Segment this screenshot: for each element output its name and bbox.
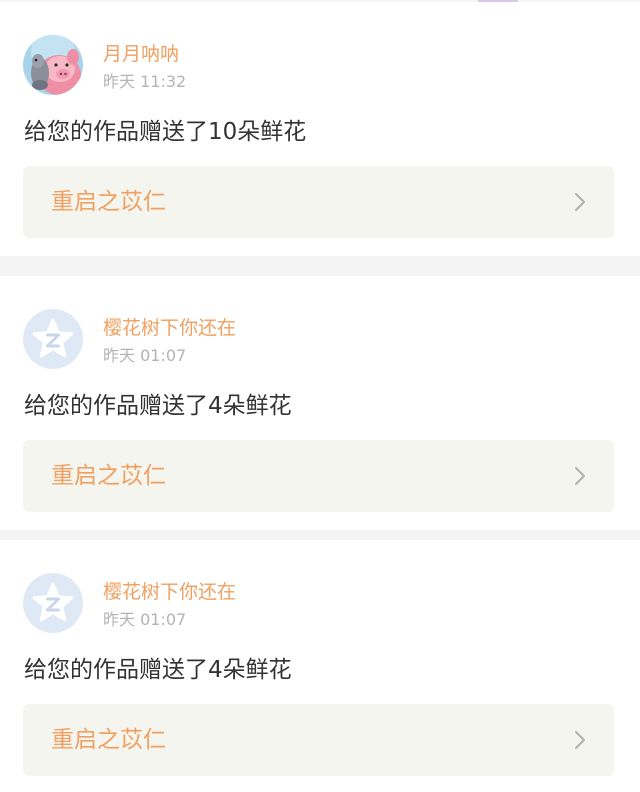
work-link[interactable]: 重启之苡仁 (23, 440, 614, 512)
avatar[interactable] (23, 309, 83, 369)
chevron-right-icon (574, 466, 586, 486)
default-avatar-icon (23, 309, 83, 369)
gift-message: 给您的作品赠送了4朵鲜花 (24, 657, 292, 683)
work-title: 重启之苡仁 (51, 463, 166, 489)
chevron-right-icon (574, 192, 586, 212)
pig-cartoon-icon (23, 35, 83, 95)
default-avatar-icon (23, 573, 83, 633)
work-title: 重启之苡仁 (51, 727, 166, 753)
notification-card: 月月呐呐 昨天 11:32 给您的作品赠送了10朵鲜花 重启之苡仁 (0, 2, 640, 256)
timestamp: 昨天 01:07 (103, 346, 187, 365)
username[interactable]: 月月呐呐 (103, 42, 179, 66)
avatar[interactable] (23, 573, 83, 633)
work-title: 重启之苡仁 (51, 189, 166, 215)
username[interactable]: 樱花树下你还在 (103, 580, 236, 604)
timestamp: 昨天 11:32 (103, 72, 187, 91)
notification-card: 樱花树下你还在 昨天 01:07 给您的作品赠送了4朵鲜花 重启之苡仁 (0, 540, 640, 792)
work-link[interactable]: 重启之苡仁 (23, 704, 614, 776)
gift-message: 给您的作品赠送了10朵鲜花 (24, 119, 307, 145)
work-link[interactable]: 重启之苡仁 (23, 166, 614, 238)
avatar[interactable] (23, 35, 83, 95)
timestamp: 昨天 01:07 (103, 610, 187, 629)
notification-card: 樱花树下你还在 昨天 01:07 给您的作品赠送了4朵鲜花 重启之苡仁 (0, 276, 640, 530)
gift-notification-feed: 月月呐呐 昨天 11:32 给您的作品赠送了10朵鲜花 重启之苡仁 樱花树下你还… (0, 0, 640, 792)
gift-message: 给您的作品赠送了4朵鲜花 (24, 393, 292, 419)
chevron-right-icon (574, 730, 586, 750)
username[interactable]: 樱花树下你还在 (103, 316, 236, 340)
